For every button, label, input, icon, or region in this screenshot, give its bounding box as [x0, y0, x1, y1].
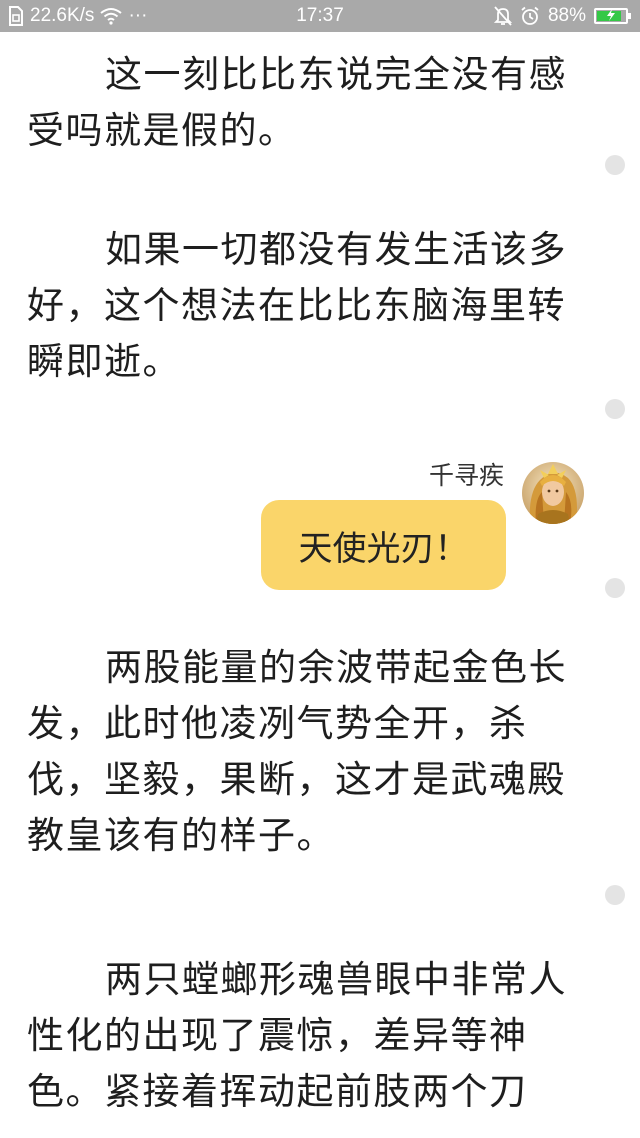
paragraph-comment-marker-2[interactable] [605, 399, 625, 419]
clock-time: 17:37 [296, 5, 344, 26]
wifi-icon [100, 7, 123, 25]
paragraph-2: 如果一切都没有发生活该多好，这个想法在比比东脑海里转瞬即逝。 [27, 228, 567, 383]
paragraph-1: 这一刻比比东说完全没有感受吗就是假的。 [27, 53, 567, 152]
paragraph-comment-marker-4[interactable] [605, 885, 625, 905]
status-bar-left: 22.6K/s ··· [8, 0, 147, 32]
golden-warrior-avatar[interactable] [522, 462, 584, 524]
battery-charging-icon [594, 5, 631, 27]
paragraph-3: 两股能量的余波带起金色长发，此时他凌冽气势全开，杀伐，坚毅，果断，这才是武魂殿教… [27, 646, 567, 857]
charging-bolt-icon [606, 5, 616, 27]
chat-bubble: 天使光刃！ [261, 500, 506, 590]
paragraph-4: 两只螳螂形魂兽眼中非常人性化的出现了震惊，差异等神色。紧接着挥动起前肢两个刀 [27, 958, 567, 1113]
alarm-clock-icon [520, 6, 540, 26]
sim-icon [8, 6, 24, 26]
paragraph-comment-marker-3[interactable] [605, 578, 625, 598]
chat-message: 天使光刃！ [298, 528, 469, 569]
status-bar-right: 88% [493, 0, 632, 32]
battery-percent: 88% [547, 5, 586, 26]
more-indicator: ··· [128, 5, 148, 26]
speaker-name: 千寻疾 [428, 461, 504, 490]
bell-muted-icon [493, 6, 512, 26]
paragraph-comment-marker-1[interactable] [605, 155, 625, 175]
network-speed: 22.6K/s [30, 5, 95, 26]
status-bar: 22.6K/s ··· 17:37 88% [0, 0, 640, 32]
